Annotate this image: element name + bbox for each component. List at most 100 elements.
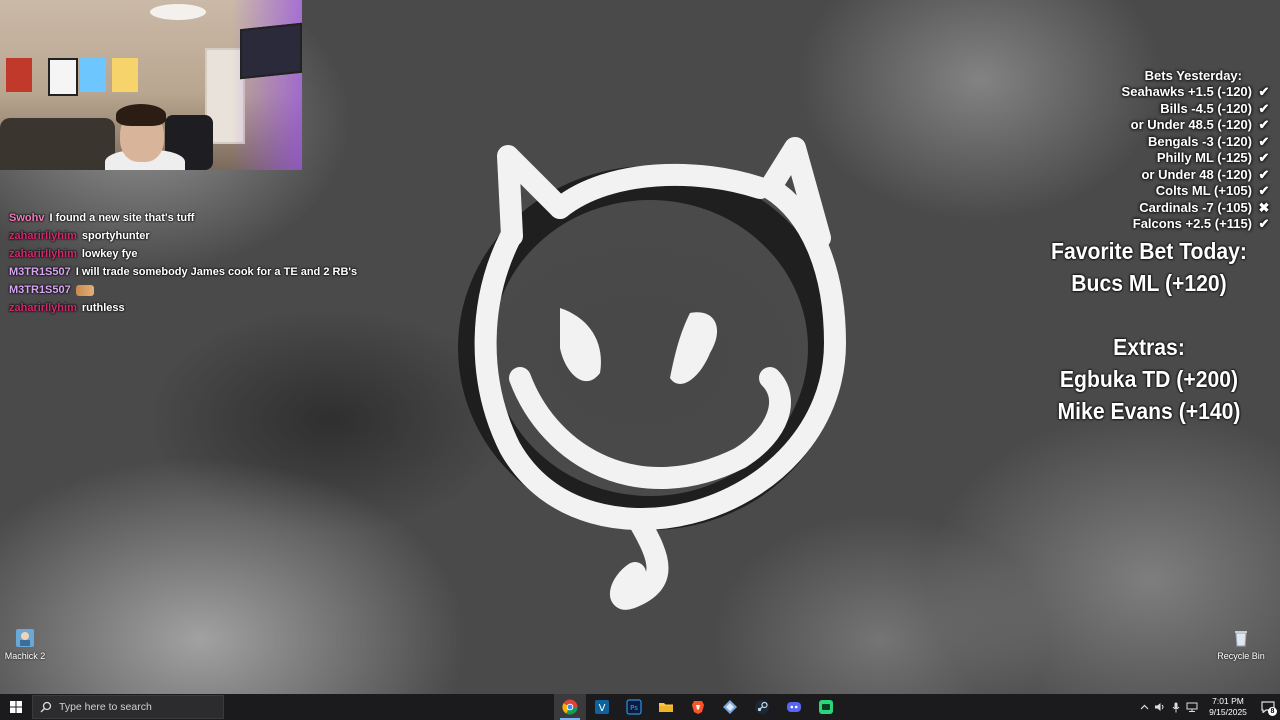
app-green-icon xyxy=(819,700,833,714)
check-icon: ✔ xyxy=(1258,84,1270,99)
bet-row: Cardinals -7 (-105) ✖ xyxy=(1122,200,1272,217)
notification-center-button[interactable]: 8 xyxy=(1256,694,1280,720)
taskbar-app-chrome[interactable] xyxy=(554,694,586,720)
app-shortcut-icon xyxy=(15,628,35,648)
steam-icon xyxy=(755,700,769,714)
taskbar-app-vscode[interactable]: V xyxy=(586,694,618,720)
taskbar-app-brave[interactable] xyxy=(682,694,714,720)
chat-text: lowkey fye xyxy=(81,248,138,260)
streamer-hair xyxy=(116,104,166,126)
taskbar-app-photoshop[interactable]: Ps xyxy=(618,694,650,720)
chat-message: zaharirllyhim ruthless xyxy=(9,299,429,317)
windows-logo-icon xyxy=(10,701,22,713)
cross-icon: ✖ xyxy=(1258,199,1270,215)
bet-row: Bills -4.5 (-120) ✔ xyxy=(1122,101,1272,118)
taskbar-apps: V Ps xyxy=(554,694,842,720)
svg-text:V: V xyxy=(599,703,606,714)
poster xyxy=(80,58,106,92)
bet-text: Colts ML (+105) xyxy=(1155,183,1252,198)
bets-title: Bets Yesterday: xyxy=(1144,68,1242,83)
bet-row: Colts ML (+105) ✔ xyxy=(1122,183,1272,200)
wall-tv xyxy=(240,22,302,80)
check-icon: ✔ xyxy=(1258,183,1270,198)
chat-message: zaharirllyhim sportyhunter xyxy=(9,227,429,245)
extras-item: Mike Evans (+140) xyxy=(1057,398,1241,424)
bet-text: Philly ML (-125) xyxy=(1156,150,1252,165)
start-button[interactable] xyxy=(0,694,32,720)
check-icon: ✔ xyxy=(1258,216,1270,231)
chevron-up-icon[interactable] xyxy=(1136,694,1152,720)
poster xyxy=(48,58,78,96)
taskbar-app-green[interactable] xyxy=(810,694,842,720)
bet-text: Seahawks +1.5 (-120) xyxy=(1121,84,1252,99)
desktop-shortcut-label: Recycle Bin xyxy=(1217,651,1265,661)
extras-title: Extras: xyxy=(1113,334,1185,360)
chrome-icon xyxy=(562,699,578,715)
notification-badge: 8 xyxy=(1268,707,1277,716)
devil-smiley-wallpaper-icon xyxy=(458,137,846,610)
file-explorer-icon xyxy=(659,703,673,712)
taskbar-clock[interactable]: 7:01 PM 9/15/2025 xyxy=(1204,696,1252,718)
bet-text: Bengals -3 (-120) xyxy=(1147,133,1252,149)
desktop-shortcut-label: Machick 2 xyxy=(4,651,46,661)
bet-text: Falcons +2.5 (+115) xyxy=(1132,216,1252,231)
chat-emote-icon xyxy=(75,284,94,296)
chat-overlay: Swohv I found a new site that's tuff zaha… xyxy=(9,209,429,317)
webcam-feed xyxy=(0,0,302,170)
chat-message: zaharirllyhim lowkey fye xyxy=(9,245,429,263)
search-icon xyxy=(33,701,59,713)
taskbar-app-diamond[interactable] xyxy=(714,694,746,720)
photoshop-icon: Ps xyxy=(626,699,642,715)
chat-text: I found a new site that's tuff xyxy=(49,212,195,224)
chat-username: M3TR1S507 xyxy=(9,284,71,296)
taskbar-app-file-explorer[interactable] xyxy=(650,694,682,720)
network-icon[interactable] xyxy=(1184,694,1200,720)
bet-row: or Under 48.5 (-120) ✔ xyxy=(1122,117,1272,134)
chat-text: sportyhunter xyxy=(81,230,150,242)
discord-icon xyxy=(787,702,801,712)
bet-text: Cardinals -7 (-105) xyxy=(1139,199,1252,215)
svg-text:Ps: Ps xyxy=(630,704,638,712)
favorite-bet-value: Bucs ML (+120) xyxy=(1071,270,1227,296)
chat-message: Swohv I found a new site that's tuff xyxy=(9,209,429,227)
microphone-icon[interactable] xyxy=(1168,694,1184,720)
system-tray: 7:01 PM 9/15/2025 8 xyxy=(1136,694,1280,720)
chat-username: Swohv xyxy=(9,212,45,224)
desktop-recycle-bin[interactable]: Recycle Bin xyxy=(1209,628,1273,661)
bets-yesterday-panel: Bets Yesterday: Seahawks +1.5 (-120) ✔ Bi… xyxy=(1122,68,1272,233)
bet-row: Bengals -3 (-120) ✔ xyxy=(1122,134,1272,151)
app-diamond-icon xyxy=(723,700,737,714)
chat-message: M3TR1S507 xyxy=(9,281,429,299)
volume-icon[interactable] xyxy=(1152,694,1168,720)
brave-icon xyxy=(692,701,704,714)
taskbar: Type here to search V Ps 7:01 PM 9/15/20… xyxy=(0,694,1280,720)
bet-row: Falcons +2.5 (+115) ✔ xyxy=(1122,216,1272,233)
favorite-bet-title: Favorite Bet Today: xyxy=(1051,238,1247,264)
bet-text: or Under 48.5 (-120) xyxy=(1130,117,1252,132)
bet-row: Seahawks +1.5 (-120) ✔ xyxy=(1122,84,1272,101)
chat-username: zaharirllyhim xyxy=(9,248,77,260)
chat-username: zaharirllyhim xyxy=(9,230,77,242)
search-placeholder: Type here to search xyxy=(59,701,152,713)
taskbar-app-steam[interactable] xyxy=(746,694,778,720)
chat-username: zaharirllyhim xyxy=(9,302,77,314)
check-icon: ✔ xyxy=(1258,150,1270,165)
extras-block: Extras: Egbuka TD (+200) Mike Evans (+14… xyxy=(1040,331,1259,427)
check-icon: ✔ xyxy=(1258,117,1270,132)
favorite-bet-block: Favorite Bet Today: Bucs ML (+120) xyxy=(1040,235,1259,299)
clock-date: 9/15/2025 xyxy=(1209,707,1247,717)
room-clutter xyxy=(0,118,115,170)
chat-text: ruthless xyxy=(81,302,125,314)
desktop-shortcut-machick[interactable]: Machick 2 xyxy=(0,628,57,661)
check-icon: ✔ xyxy=(1258,133,1270,149)
taskbar-app-discord[interactable] xyxy=(778,694,810,720)
recycle-bin-icon xyxy=(1231,628,1251,648)
bet-row: or Under 48 (-120) ✔ xyxy=(1122,167,1272,184)
bet-text: or Under 48 (-120) xyxy=(1141,166,1252,182)
poster xyxy=(112,58,138,92)
ceiling-fan xyxy=(150,4,206,20)
taskbar-search-box[interactable]: Type here to search xyxy=(32,695,224,719)
chat-text: I will trade somebody James cook for a T… xyxy=(75,266,358,278)
check-icon: ✔ xyxy=(1258,100,1270,116)
bet-text: Bills -4.5 (-120) xyxy=(1160,100,1252,116)
